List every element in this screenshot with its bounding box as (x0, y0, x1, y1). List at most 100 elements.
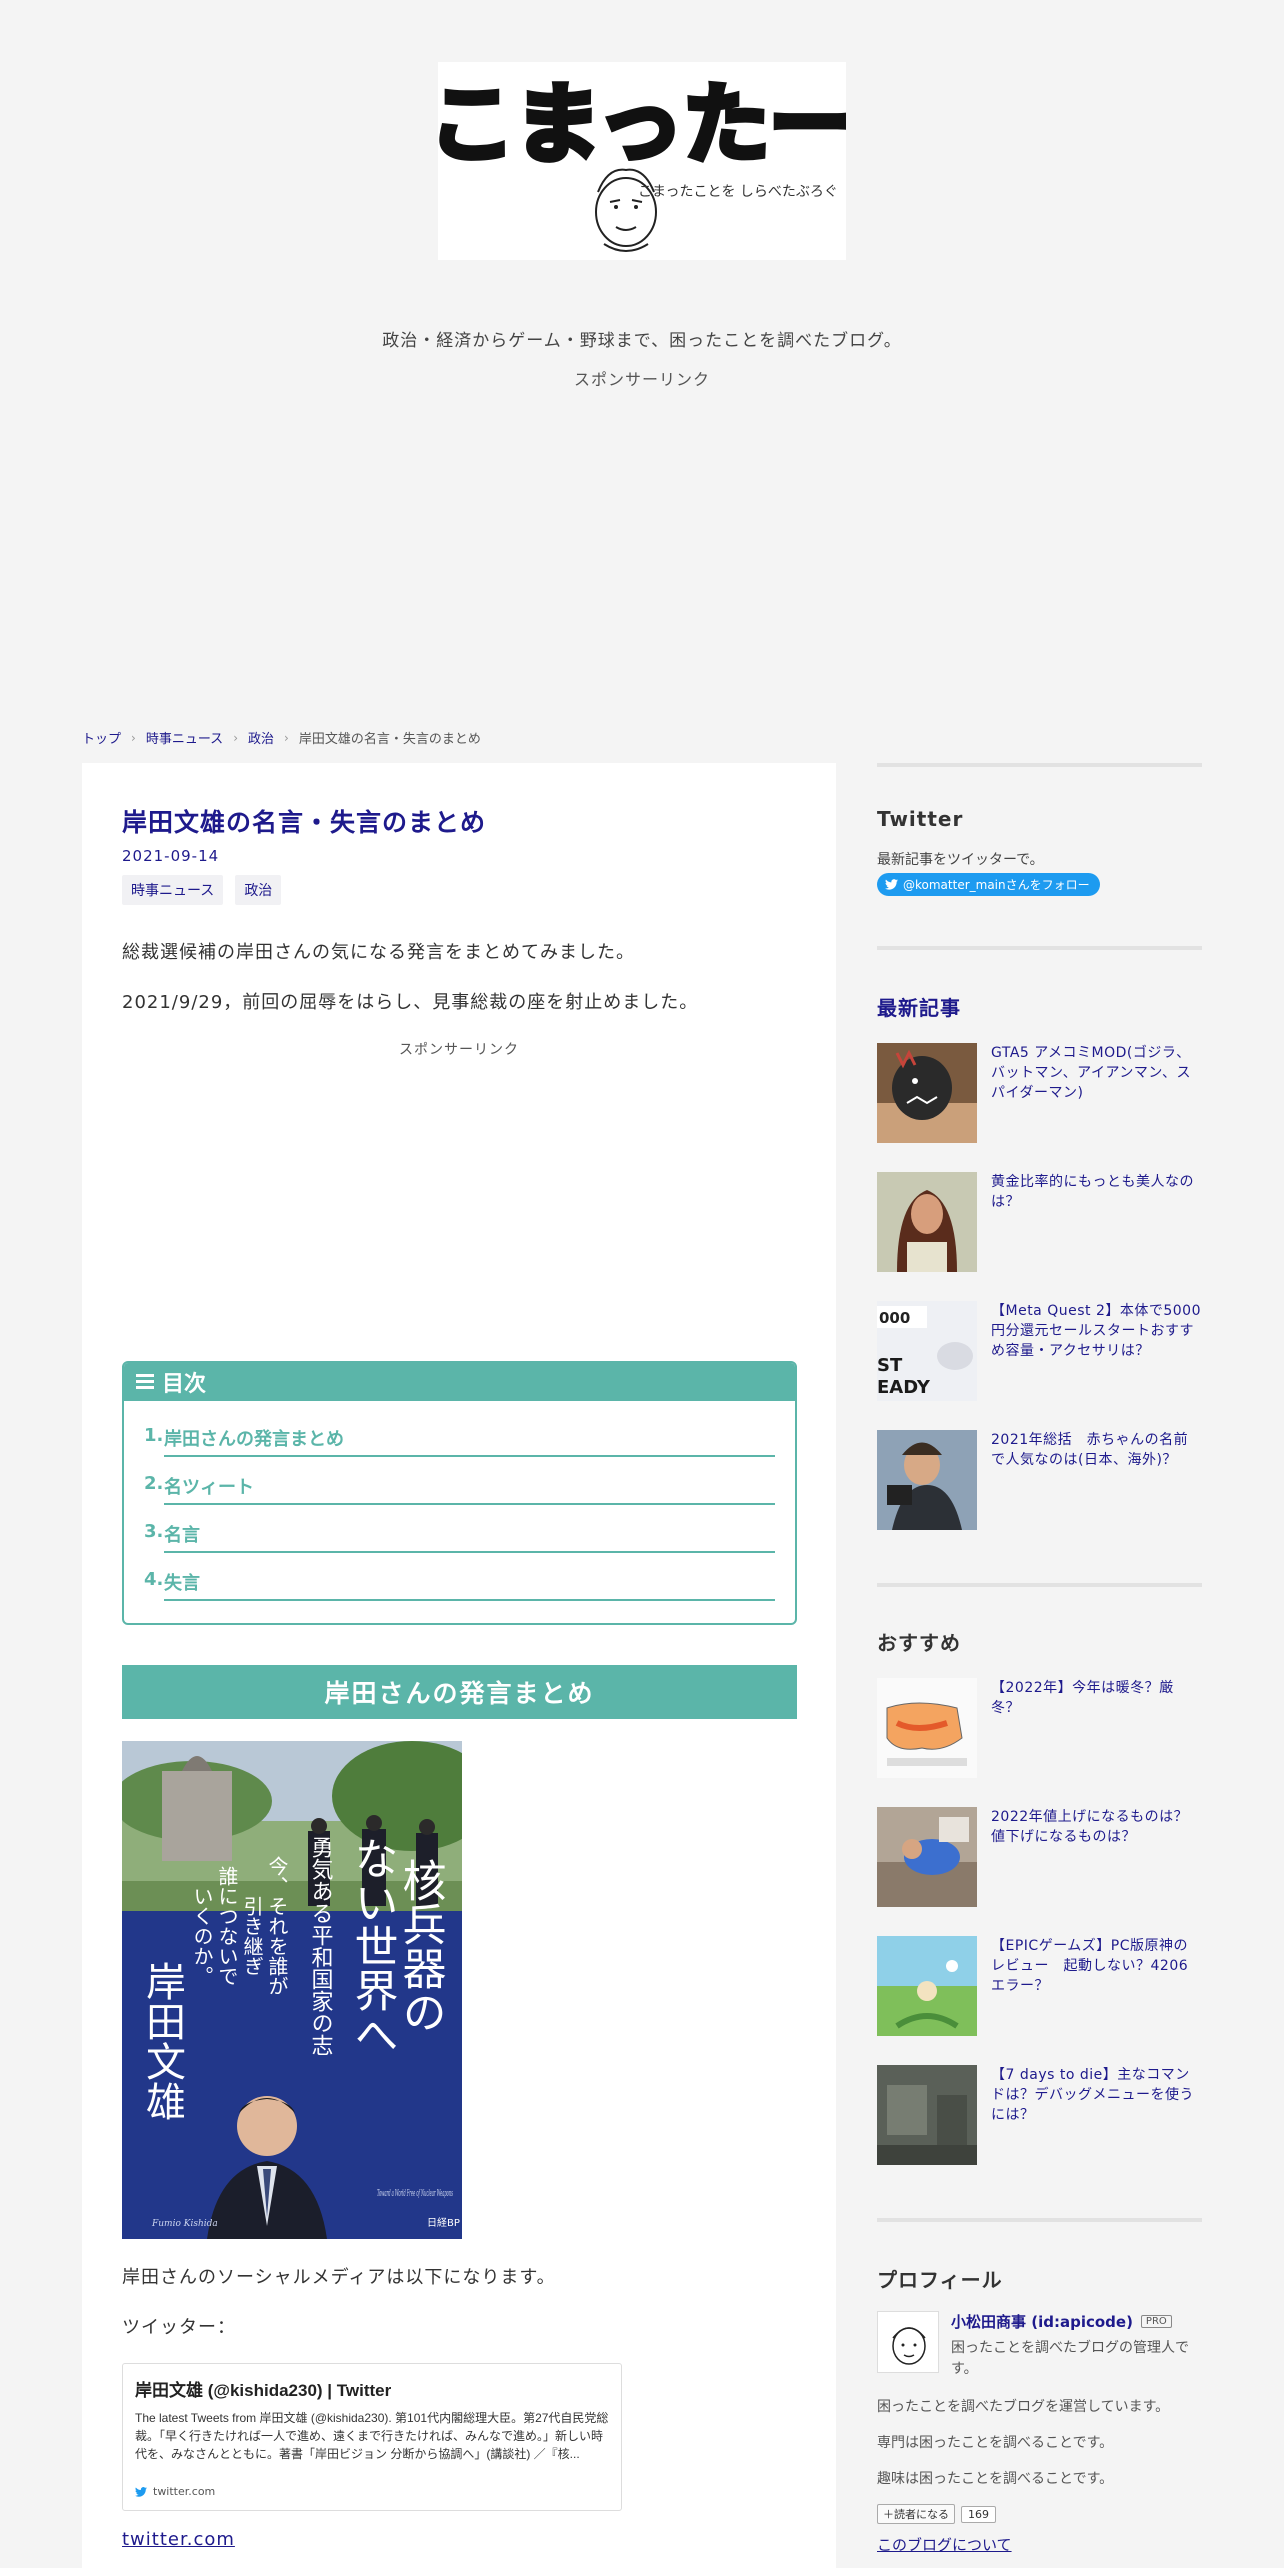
breadcrumb-top[interactable]: トップ (82, 728, 121, 747)
entry-list: 【2022年】今年は暖冬？厳冬？ 2022年値上げになるものは？値下げになるもの… (877, 1678, 1202, 2165)
entry-thumbnail[interactable] (877, 1678, 977, 1778)
list-item[interactable]: 2022年値上げになるものは？値下げになるものは？ (877, 1807, 1202, 1907)
profile-name-row: 小松田商事 (id:apicode) PRO (951, 2311, 1202, 2332)
profile-text: 専門は困ったことを調べることです。 (877, 2435, 1114, 2451)
widget-title: プロフィール (877, 2268, 1003, 2292)
book-cover-image[interactable]: 核兵器の ない世界へ 勇気ある平和国家の志 今、それを誰が 引き継ぎ 誰につない… (122, 1741, 462, 2239)
site-logo[interactable]: こまったー こまったことを しらべたぶろぐ (438, 62, 846, 260)
chevron-right-icon: › (233, 730, 238, 745)
subscribe-button[interactable]: ＋読者になる (877, 2504, 955, 2524)
list-item[interactable]: 2021年総括 赤ちゃんの名前で人気なのは(日本、海外)？ (877, 1430, 1202, 1530)
entry-title[interactable]: 2021年総括 赤ちゃんの名前で人気なのは(日本、海外)？ (991, 1430, 1202, 1530)
logo-text: こまったー (438, 75, 846, 175)
pro-badge: PRO (1140, 2315, 1172, 2328)
entry-title[interactable]: 【Meta Quest 2】本体で5000円分還元セールスタートおすすめ容量・ア… (991, 1301, 1202, 1401)
profile-description: 困ったことを調べたブログの管理人です。 (951, 2340, 1189, 2377)
toc-link-remarks[interactable]: 1. 岸田さんの発言まとめ (144, 1425, 775, 1457)
widget-title: 最新記事 (877, 996, 961, 1020)
entry-title[interactable]: 【7 days to die】主なコマンドは？デバッグメニューを使うには？ (991, 2065, 1202, 2165)
breadcrumb-news[interactable]: 時事ニュース (146, 728, 223, 747)
twitter-bird-icon (135, 2486, 147, 2497)
lead-paragraph-2: 2021/9/29，前回の屈辱をはらし、見事総裁の座を射止めました。 (122, 992, 699, 1013)
toc-link-tweets[interactable]: 2. 名ツィート (144, 1473, 775, 1505)
book-catch: 誰につないで (215, 1866, 239, 1986)
svg-text:ST: ST (877, 1355, 903, 1376)
entry-thumbnail[interactable] (877, 2065, 977, 2165)
article-title[interactable]: 岸田文雄の名言・失言のまとめ (122, 803, 486, 839)
sponsor-label: スポンサーリンク (573, 370, 710, 389)
list-item[interactable]: 【7 days to die】主なコマンドは？デバッグメニューを使うには？ (877, 2065, 1202, 2165)
book-en-title: Toward a World Free of Nuclear Weapons (377, 2189, 453, 2199)
list-item[interactable]: 【2022年】今年は暖冬？厳冬？ (877, 1678, 1202, 1778)
logo-face-icon (595, 168, 657, 252)
entry-title[interactable]: GTA5 アメコミMOD(ゴジラ、バットマン、アイアンマン、スパイダーマン) (991, 1043, 1202, 1143)
toc-item: 1. 岸田さんの発言まとめ (144, 1409, 775, 1457)
entry-thumbnail[interactable] (877, 1172, 977, 1272)
twitter-label: ツイッター： (122, 2317, 236, 2338)
book-catch: 引き継ぎ (240, 1896, 264, 1976)
svg-text:000: 000 (879, 1309, 910, 1327)
toc-link-gaffes[interactable]: 4. 失言 (144, 1569, 775, 1601)
widget-title: Twitter (877, 807, 964, 831)
toc-item: 4. 失言 (144, 1553, 775, 1601)
toc-item: 3. 名言 (144, 1505, 775, 1553)
toc-link-quotes[interactable]: 3. 名言 (144, 1521, 775, 1553)
tag-politics[interactable]: 政治 (235, 875, 282, 905)
about-blog-link[interactable]: このブログについて (877, 2534, 1202, 2555)
twitter-follow-button[interactable]: @komatter_mainさんをフォロー (877, 873, 1100, 896)
lead-paragraph: 総裁選候補の岸田さんの気になる発言をまとめてみました。 (122, 942, 635, 963)
book-title-line: 核兵器の (395, 1858, 446, 2034)
profile-info: 小松田商事 (id:apicode) PRO 困ったことを調べたブログの管理人で… (951, 2311, 1202, 2380)
entry-thumbnail[interactable] (877, 1936, 977, 2036)
twitter-bird-icon (885, 879, 898, 890)
entry-title[interactable]: 【EPICゲームズ】PC版原神のレビュー 起動しない？4206エラー？ (991, 1936, 1202, 2036)
site-header: こまったー こまったことを しらべたぶろぐ 政治・経済からゲーム・野球まで、困っ… (0, 0, 1284, 720)
logo-subtext: こまったことを しらべたぶろぐ (638, 184, 838, 200)
tag-news[interactable]: 時事ニュース (122, 875, 224, 905)
chevron-right-icon: › (131, 730, 136, 745)
profile-widget: プロフィール 小松田商事 (id:apicode) PRO 困ったことを調べたブ… (877, 2218, 1202, 2555)
avatar[interactable] (877, 2311, 939, 2373)
list-icon (136, 1374, 154, 1390)
entry-title[interactable]: 2022年値上げになるものは？値下げになるものは？ (991, 1807, 1202, 1907)
latest-posts-widget: 最新記事 GTA5 アメコミMOD(ゴジラ、バットマン、アイアンマン、スパイダー… (877, 946, 1202, 1559)
entry-thumbnail[interactable] (877, 1043, 977, 1143)
list-item[interactable]: GTA5 アメコミMOD(ゴジラ、バットマン、アイアンマン、スパイダーマン) (877, 1043, 1202, 1143)
social-intro: 岸田さんのソーシャルメディアは以下になります。 (122, 2267, 556, 2288)
twitter-widget: Twitter 最新記事をツイッターで。 @komatter_mainさんをフォ… (877, 763, 1202, 948)
svg-text:EADY: EADY (877, 1377, 931, 1398)
list-item[interactable]: 000 ST EADY 【Meta Quest 2】本体で5000円分還元セールスタ… (877, 1301, 1202, 1401)
toc-item: 2. 名ツィート (144, 1457, 775, 1505)
entry-thumbnail[interactable] (877, 1807, 977, 1907)
entry-title[interactable]: 【2022年】今年は暖冬？厳冬？ (991, 1678, 1202, 1778)
book-catch: いくのか。 (190, 1886, 214, 1986)
entry-title[interactable]: 黄金比率的にもっとも美人なのは？ (991, 1172, 1202, 1272)
toc-header: 目次 (124, 1363, 795, 1401)
card-source: twitter.com (135, 2485, 215, 2498)
list-item[interactable]: 黄金比率的にもっとも美人なのは？ (877, 1172, 1202, 1272)
toc-list: 1. 岸田さんの発言まとめ 2. 名ツィート 3. 名言 4. 失言 (124, 1401, 795, 1601)
book-en-author: Fumio Kishida (151, 2219, 218, 2229)
twitter-link[interactable]: twitter.com (122, 2529, 235, 2550)
toc-title: 目次 (162, 1372, 207, 1397)
subscriber-count: 169 (961, 2505, 996, 2523)
subscribe-row: ＋読者になる 169 (877, 2504, 1202, 2524)
breadcrumb-politics[interactable]: 政治 (248, 728, 274, 747)
card-description: The latest Tweets from 岸田文雄 (@kishida230… (135, 2411, 609, 2461)
breadcrumb: トップ › 時事ニュース › 政治 › 岸田文雄の名言・失言のまとめ (82, 728, 481, 748)
entry-list: GTA5 アメコミMOD(ゴジラ、バットマン、アイアンマン、スパイダーマン) 黄… (877, 1043, 1202, 1530)
twitter-embed-card[interactable]: 岸田文雄 (@kishida230) | Twitter The latest … (122, 2363, 622, 2511)
list-item[interactable]: 【EPICゲームズ】PC版原神のレビュー 起動しない？4206エラー？ (877, 1936, 1202, 2036)
entry-thumbnail[interactable]: 000 ST EADY (877, 1301, 977, 1401)
profile-row: 小松田商事 (id:apicode) PRO 困ったことを調べたブログの管理人で… (877, 2311, 1202, 2380)
entry-thumbnail[interactable] (877, 1430, 977, 1530)
breadcrumb-current: 岸田文雄の名言・失言のまとめ (298, 732, 481, 747)
book-catch: 今、それを誰が (265, 1856, 289, 1996)
widget-title: おすすめ (877, 1631, 961, 1655)
profile-text: 困ったことを調べたブログを運営しています。 (877, 2399, 1170, 2415)
section-heading: 岸田さんの発言まとめ (122, 1665, 797, 1719)
plus-icon: ＋ (883, 2508, 894, 2521)
profile-name[interactable]: 小松田商事 (id:apicode) (951, 2311, 1133, 2332)
site-tagline: 政治・経済からゲーム・野球まで、困ったことを調べたブログ。 (382, 331, 902, 351)
card-title: 岸田文雄 (@kishida230) | Twitter (135, 2381, 392, 2400)
